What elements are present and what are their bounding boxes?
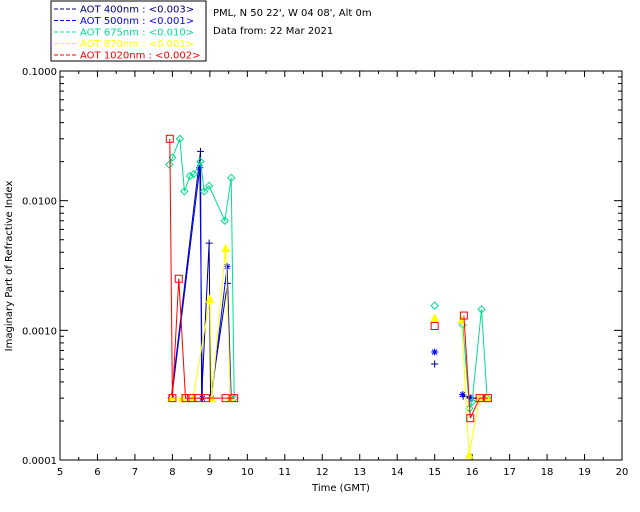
x-tick-label: 8 [169,467,175,478]
x-tick-label: 6 [94,467,100,478]
legend-entry: AOT 500nm : <0.001> [80,16,194,27]
site-label: PML, N 50 22', W 04 08', Alt 0m [213,8,372,19]
plus-marker [197,147,204,155]
y-tick-label: 0.0001 [22,456,57,467]
x-tick-label: 5 [57,467,63,478]
square-marker [430,321,439,330]
x-tick-label: 15 [428,467,441,478]
y-tick-label: 0.0010 [22,326,57,337]
x-axis-label: Time (GMT) [311,483,370,494]
x-tick-label: 10 [241,467,254,478]
star-marker [431,348,439,356]
triangle-marker [464,450,474,459]
plus-marker [205,239,213,247]
x-tick-label: 17 [503,467,516,478]
x-tick-label: 19 [578,467,591,478]
y-tick-label: 0.0100 [22,197,57,208]
triangle-marker [430,313,439,322]
series-1 [168,164,489,402]
x-tick-label: 7 [132,467,138,478]
diamond-marker [165,160,174,169]
legend-entry: AOT 1020nm : <0.002> [80,51,200,62]
series-layer [165,134,492,459]
diamond-marker [430,301,439,310]
x-tick-label: 12 [316,467,329,478]
axis-ticks: 5 6 7 8 9 10 11 12 13 14 15 16 17 18 19 20 0.0001 0.0010 0… [22,67,628,478]
x-tick-label: 13 [353,467,366,478]
series-4 [165,134,492,423]
x-tick-label: 9 [207,467,213,478]
x-tick-label: 16 [466,467,479,478]
plus-marker [431,360,439,368]
date-label: Data from: 22 Mar 2021 [213,26,333,37]
legend-entry: AOT 675nm : <0.010> [80,28,194,39]
x-tick-label: 18 [541,467,554,478]
triangle-marker [205,294,215,303]
triangle-marker [221,243,230,253]
x-tick-label: 20 [616,467,629,478]
x-tick-label: 11 [278,467,291,478]
legend-entry: AOT 870nm : <0.001> [80,39,194,50]
x-tick-label: 14 [391,467,404,478]
series-3 [166,243,492,459]
y-tick-label: 0.1000 [22,67,57,78]
aot-refractive-index-chart: AOT 400nm : <0.003>AOT 500nm : <0.001>AO… [4,0,628,494]
plot-frame [59,70,623,461]
y-axis-label: Imaginary Part of Refractive Index [4,181,15,352]
star-marker [223,263,231,271]
legend-entry: AOT 400nm : <0.003> [80,5,194,16]
